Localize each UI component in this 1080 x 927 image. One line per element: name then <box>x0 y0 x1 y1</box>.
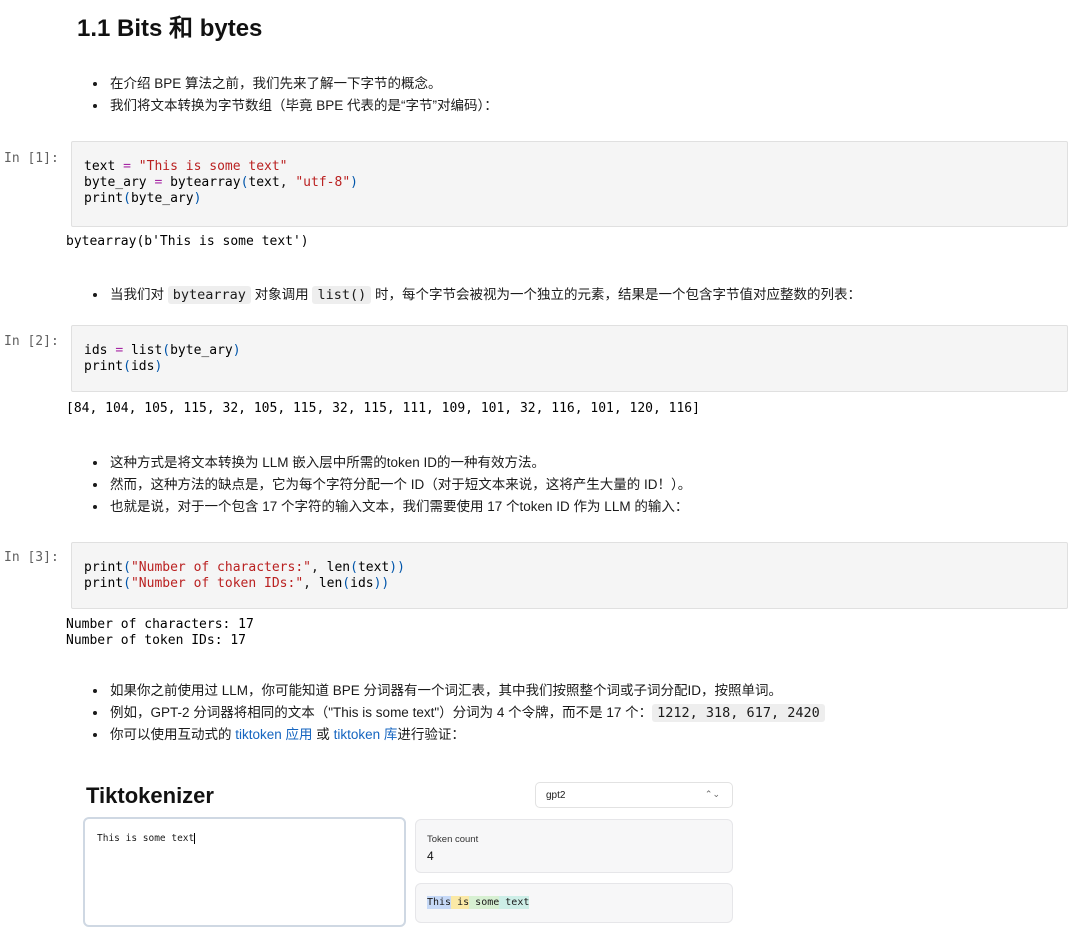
end-bullet: 例如，GPT-2 分词器将相同的文本（"This is some text"）分… <box>108 702 825 724</box>
code-cell-2[interactable]: ids = list(byte_ary) print(ids) <box>71 325 1068 392</box>
inline-code: 1212, 318, 617, 2420 <box>652 704 825 722</box>
code-line: ids = list(byte_ary) <box>84 343 241 358</box>
tiktoken-lib-link[interactable]: tiktoken 库 <box>334 727 398 742</box>
cell-3-prompt: In [3]: <box>4 550 59 565</box>
end-bullet: 你可以使用互动式的 tiktoken 应用 或 tiktoken 库进行验证： <box>108 724 825 746</box>
code-cell-3[interactable]: print("Number of characters:", len(text)… <box>71 542 1068 609</box>
intro-bullet: 在介绍 BPE 算法之前，我们先来了解一下字节的概念。 <box>108 73 498 95</box>
end-bullet: 如果你之前使用过 LLM，你可能知道 BPE 分词器有一个词汇表，其中我们按照整… <box>108 680 825 702</box>
token-chip: some <box>469 896 500 909</box>
bytearray-bullet-list: 当我们对 bytearray 对象调用 list() 时，每个字节会被视为一个独… <box>92 284 861 306</box>
token-count-card: Token count 4 <box>415 819 733 873</box>
code-line: print("Number of characters:", len(text)… <box>84 560 405 575</box>
model-select[interactable]: gpt2 ⌃⌄ <box>535 782 733 808</box>
tiktokenizer-title: Tiktokenizer <box>86 783 214 808</box>
model-select-value: gpt2 <box>546 790 566 801</box>
token-chip: text <box>499 896 530 909</box>
code-line: byte_ary = bytearray(text, "utf-8") <box>84 175 358 190</box>
section-title: 1.1 Bits 和 bytes <box>77 15 263 42</box>
token-count-value: 4 <box>427 849 434 863</box>
inline-code: list() <box>312 286 372 304</box>
cell-1-output: bytearray(b'This is some text') <box>66 234 309 249</box>
text-input[interactable]: This is some text <box>83 817 406 927</box>
intro-bullet: 我们将文本转换为字节数组（毕竟 BPE 代表的是“字节”对编码）： <box>108 95 498 117</box>
mid-bullet-list: 这种方式是将文本转换为 LLM 嵌入层中所需的token ID的一种有效方法。 … <box>92 452 691 518</box>
mid-bullet: 然而，这种方法的缺点是，它为每个字符分配一个 ID（对于短文本来说，这将产生大量… <box>108 474 691 496</box>
code-line: print(ids) <box>84 359 163 374</box>
token-visualization-card: This is some text <box>415 883 733 923</box>
token-count-label: Token count <box>427 834 479 845</box>
inline-code: bytearray <box>167 286 251 304</box>
tiktoken-app-link[interactable]: tiktoken 应用 <box>235 727 312 742</box>
cell-2-output: [84, 104, 105, 115, 32, 105, 115, 32, 11… <box>66 401 700 416</box>
mid-bullet: 这种方式是将文本转换为 LLM 嵌入层中所需的token ID的一种有效方法。 <box>108 452 691 474</box>
cell-1-prompt: In [1]: <box>4 151 59 166</box>
code-cell-1[interactable]: text = "This is some text" byte_ary = by… <box>71 141 1068 227</box>
end-bullet-list: 如果你之前使用过 LLM，你可能知道 BPE 分词器有一个词汇表，其中我们按照整… <box>92 680 825 746</box>
token-list: This is some text <box>427 896 530 909</box>
cell-3-output: Number of characters: 17 Number of token… <box>66 617 254 648</box>
mid-bullet: 也就是说，对于一个包含 17 个字符的输入文本，我们需要使用 17 个token… <box>108 496 691 518</box>
code-line: text = "This is some text" <box>84 159 288 174</box>
code-line: print(byte_ary) <box>84 191 202 206</box>
code-line: print("Number of token IDs:", len(ids)) <box>84 576 390 591</box>
text-caret <box>194 833 196 844</box>
bytearray-bullet: 当我们对 bytearray 对象调用 list() 时，每个字节会被视为一个独… <box>108 284 861 306</box>
chevron-updown-icon: ⌃⌄ <box>704 789 720 799</box>
cell-2-prompt: In [2]: <box>4 334 59 349</box>
token-chip: is <box>451 896 470 909</box>
intro-bullet-list: 在介绍 BPE 算法之前，我们先来了解一下字节的概念。 我们将文本转换为字节数组… <box>92 73 498 117</box>
token-chip: This <box>427 896 452 909</box>
